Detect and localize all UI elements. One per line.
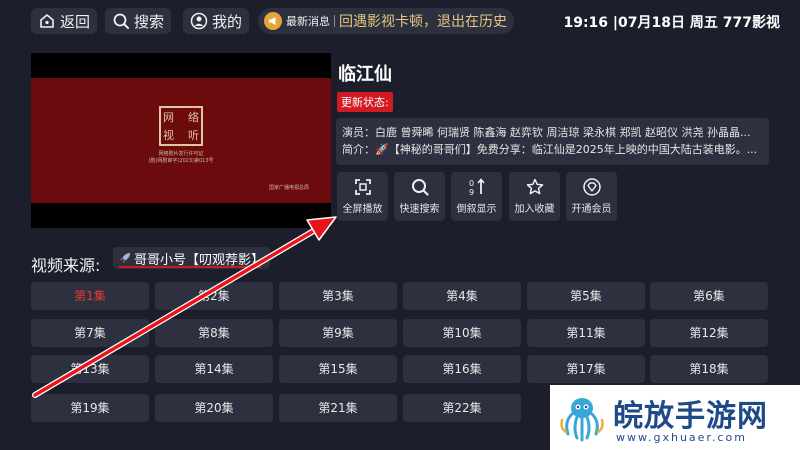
episode-button[interactable]: 第17集	[527, 355, 645, 383]
back-label: 返回	[60, 12, 91, 31]
license-text-1: 网络剧片发行许可证	[158, 151, 204, 157]
open-membership-label: 开通会员	[571, 204, 612, 215]
svg-text:9: 9	[469, 188, 474, 197]
add-favorite-button[interactable]: 加入收藏	[509, 172, 560, 221]
reverse-order-button[interactable]: 0 9 倒叙显示	[451, 172, 502, 221]
episode-button[interactable]: 第5集	[527, 282, 645, 310]
info-panel: 演员：白鹿 曾舜晞 何瑞贤 陈鑫海 赵弈钦 周洁琼 梁永棋 郑凯 赵昭仪 洪尧 …	[336, 118, 769, 165]
back-button[interactable]: 返回	[31, 8, 98, 34]
quick-search-button[interactable]: 快速搜索	[394, 172, 445, 221]
ticker-label: 最新消息	[286, 15, 330, 28]
episode-button[interactable]: 第21集	[279, 394, 397, 422]
status-bar: 19:16 |07月18日 周五 777影视	[563, 12, 780, 32]
actors-text: 演员：白鹿 曾舜晞 何瑞贤 陈鑫海 赵弈钦 周洁琼 梁永棋 郑凯 赵昭仪 洪尧 …	[342, 126, 751, 139]
ticker-text: 回遇影视卡顿，退出在历史	[339, 14, 507, 30]
episode-button[interactable]: 第16集	[403, 355, 521, 383]
episode-button[interactable]: 第1集	[31, 282, 149, 310]
episode-button[interactable]: 第13集	[31, 355, 149, 383]
rocket-icon	[120, 253, 130, 263]
episode-button[interactable]: 第15集	[279, 355, 397, 383]
mine-button[interactable]: 我的	[183, 8, 250, 34]
episode-button[interactable]: 第19集	[31, 394, 149, 422]
license-frame: 网 络 视 听 网络剧片发行许可证 (剧)网剧审字(2023)第013号 国家广…	[31, 78, 331, 203]
fullscreen-icon	[354, 179, 371, 195]
episode-button[interactable]: 第18集	[650, 355, 768, 383]
megaphone-icon	[264, 12, 282, 30]
svg-text:0: 0	[469, 179, 474, 188]
search-icon	[411, 179, 429, 196]
episode-button[interactable]: 第7集	[31, 319, 149, 347]
open-membership-button[interactable]: 开通会员	[566, 172, 617, 221]
episode-button[interactable]: 第8集	[155, 319, 273, 347]
reverse-order-label: 倒叙显示	[456, 204, 497, 215]
approver-text: 国家广播电视总局	[268, 185, 309, 191]
update-status-badge: 更新状态:	[337, 92, 393, 112]
fullscreen-play-button[interactable]: 全屏播放	[337, 172, 388, 221]
source-underline	[119, 266, 261, 268]
mine-label: 我的	[212, 12, 243, 31]
weekday: 周五	[689, 15, 718, 31]
octopus-logo-icon	[560, 398, 604, 442]
diamond-icon	[582, 178, 601, 196]
search-icon	[113, 13, 129, 29]
clock-time: 19:16	[563, 15, 609, 31]
star-icon	[526, 178, 543, 195]
search-label: 搜索	[134, 12, 165, 31]
app-name: 777影视	[722, 15, 780, 31]
episode-button[interactable]: 第20集	[155, 394, 273, 422]
episode-button[interactable]: 第14集	[155, 355, 273, 383]
episode-button[interactable]: 第6集	[650, 282, 768, 310]
add-favorite-label: 加入收藏	[514, 204, 555, 215]
video-source-label: 视频来源:	[31, 256, 101, 275]
episode-button[interactable]: 第2集	[155, 282, 273, 310]
search-button[interactable]: 搜索	[105, 8, 172, 34]
news-ticker[interactable]: 最新消息 回遇影视卡顿，退出在历史	[258, 8, 514, 34]
episode-button[interactable]: 第9集	[279, 319, 397, 347]
quick-search-label: 快速搜索	[399, 204, 440, 215]
watermark-title: 皖放手游网	[613, 399, 768, 434]
episode-button[interactable]: 第11集	[527, 319, 645, 347]
summary-text: 简介：🚀【神秘的哥哥们】免费分享：临江仙是2025年上映的中国大陆古装电影。..…	[342, 143, 758, 156]
episode-button[interactable]: 第4集	[403, 282, 521, 310]
fullscreen-play-label: 全屏播放	[342, 204, 383, 215]
video-title: 临江仙	[338, 64, 392, 85]
license-text-2: (剧)网剧审字(2023)第013号	[148, 158, 214, 164]
home-icon	[40, 14, 54, 28]
episode-button[interactable]: 第3集	[279, 282, 397, 310]
video-source-value: 哥哥小号【叨观荐影】	[134, 252, 265, 268]
date: 07月18日	[618, 15, 686, 31]
site-watermark: 皖放手游网 www.gxhuaer.com	[550, 385, 800, 450]
episode-button[interactable]: 第12集	[650, 319, 768, 347]
episode-button[interactable]: 第22集	[403, 394, 521, 422]
user-icon	[190, 12, 208, 30]
ticker-divider	[334, 15, 335, 27]
network-audiovisual-seal: 网 络 视 听	[159, 106, 203, 146]
watermark-url: www.gxhuaer.com	[616, 431, 747, 444]
episode-button[interactable]: 第10集	[403, 319, 521, 347]
video-player[interactable]: 网 络 视 听 网络剧片发行许可证 (剧)网剧审字(2023)第013号 国家广…	[31, 53, 331, 228]
sort-icon: 0 9	[469, 178, 485, 197]
